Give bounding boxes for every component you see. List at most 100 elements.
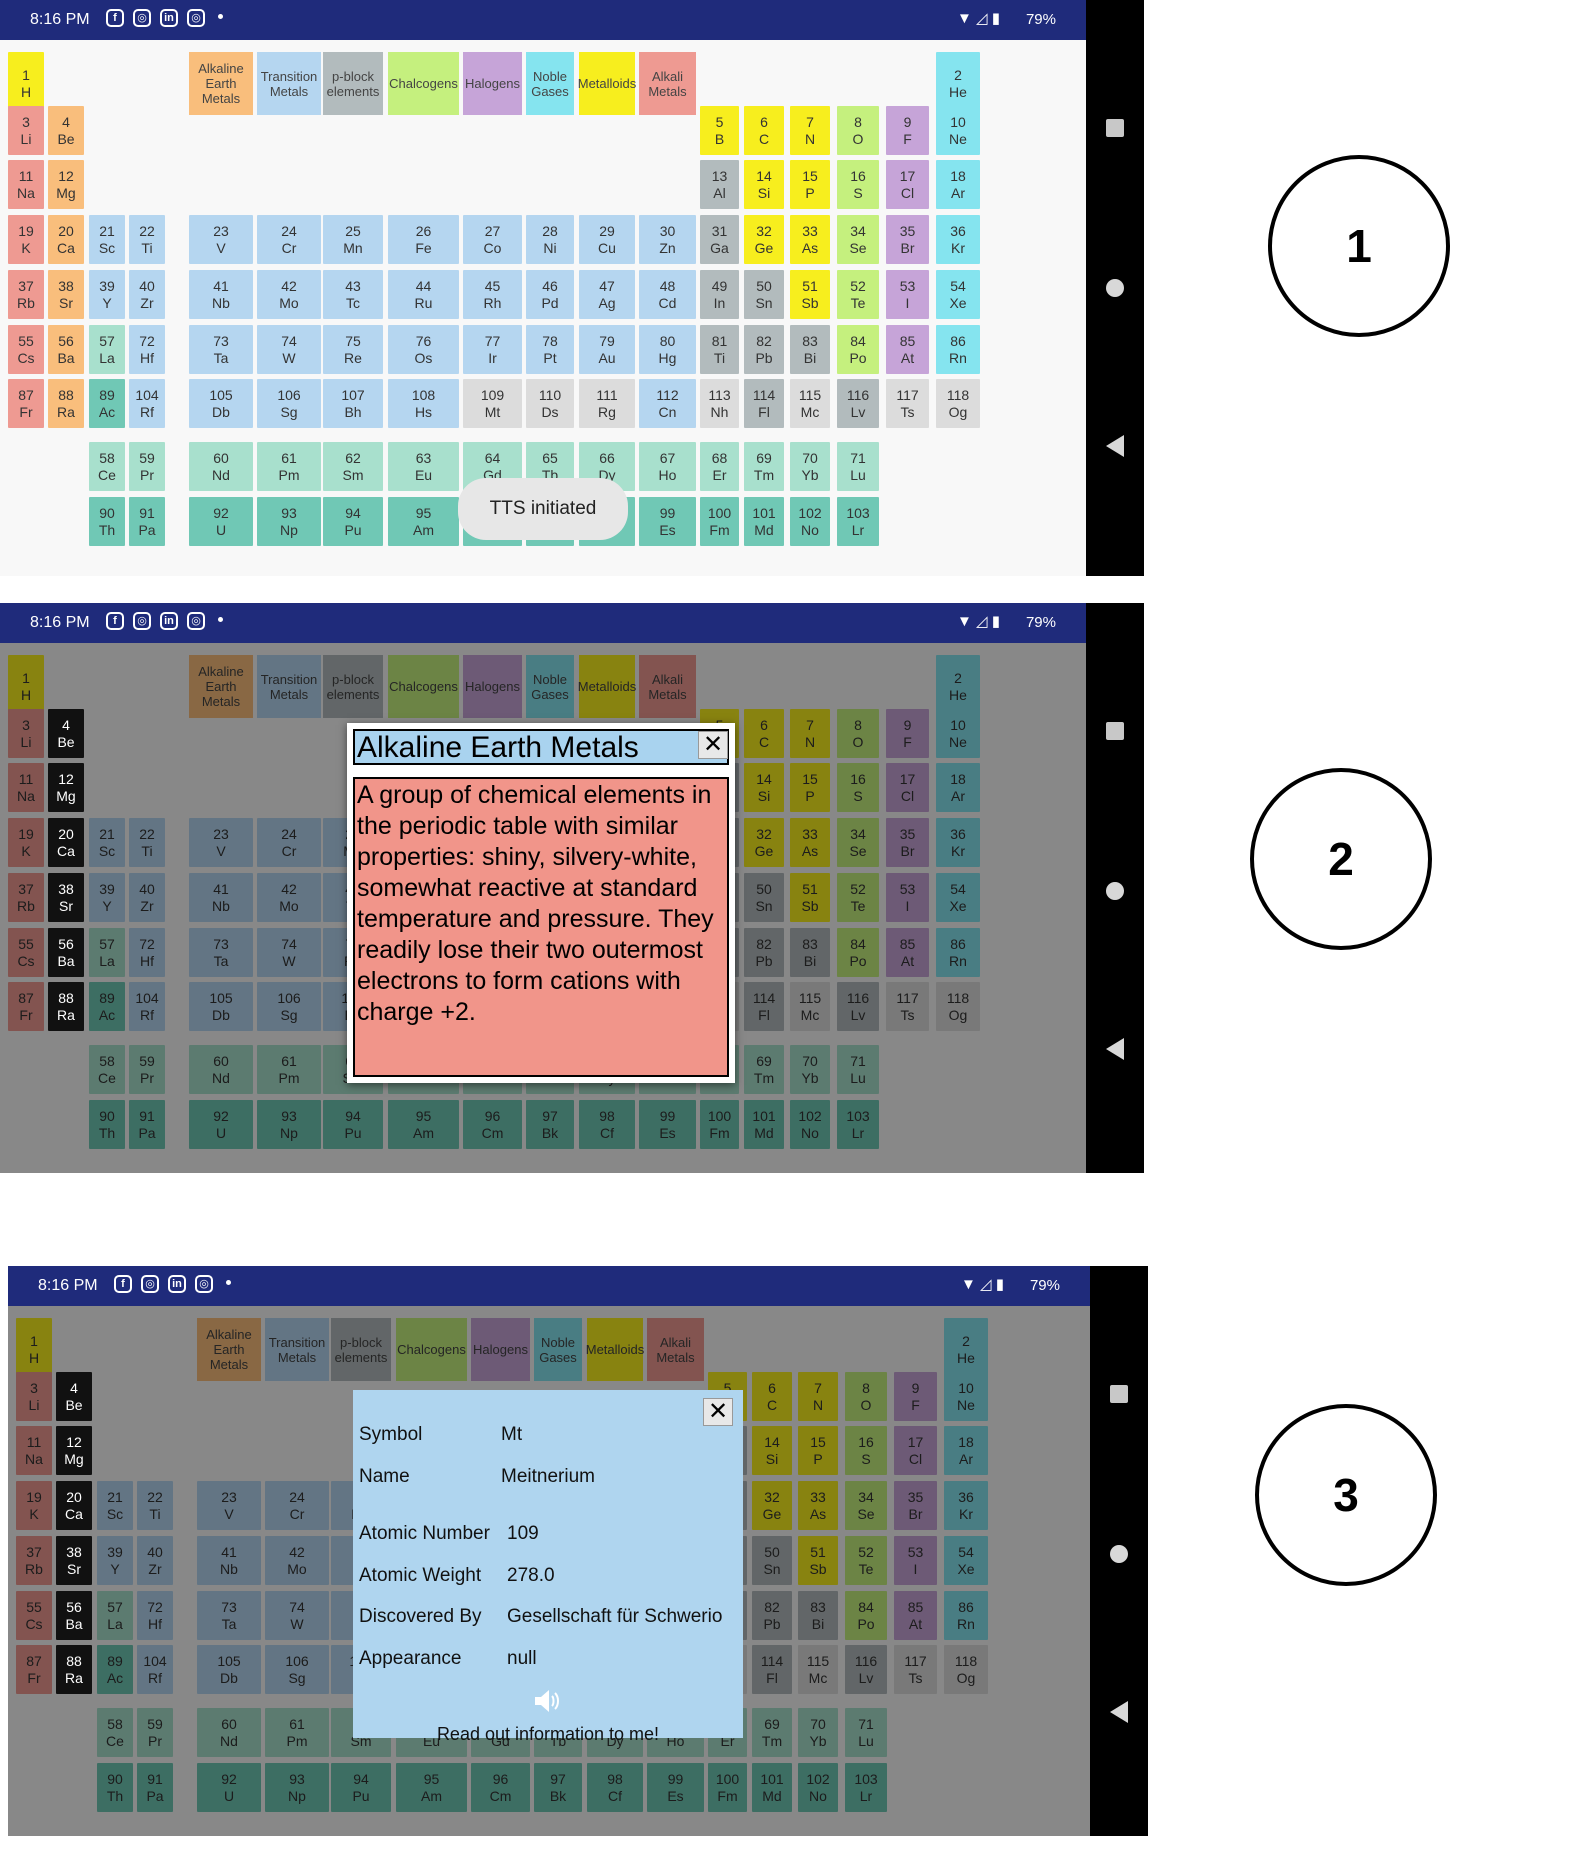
element-am[interactable]: 95 Am: [388, 497, 459, 546]
element-sb[interactable]: 51 Sb: [790, 270, 830, 319]
element-pd[interactable]: 46Pd: [526, 270, 574, 319]
element-mg[interactable]: 12 Mg: [48, 160, 84, 209]
element-mo[interactable]: 42 Mo: [257, 270, 321, 319]
element-lr[interactable]: 103 Lr: [837, 497, 879, 546]
element-ca[interactable]: 20 Ca: [56, 1481, 92, 1530]
element-ds[interactable]: 110Ds: [526, 379, 574, 428]
element-mg[interactable]: 12 Mg: [56, 1426, 92, 1475]
element-xe[interactable]: 54 Xe: [936, 270, 980, 319]
element-ge[interactable]: 32 Ge: [744, 215, 784, 264]
element-as[interactable]: 33 As: [790, 215, 830, 264]
recent-apps-icon[interactable]: [1106, 722, 1124, 740]
element-al[interactable]: 13Al: [700, 160, 739, 209]
read-out-button[interactable]: Read out information to me!: [353, 1724, 743, 1745]
element-sr[interactable]: 38 Sr: [48, 270, 84, 319]
element-be[interactable]: 4 Be: [48, 709, 84, 758]
home-icon[interactable]: [1106, 279, 1124, 297]
category-alkali-metals[interactable]: Alkali Metals: [639, 52, 696, 115]
element-be[interactable]: 4 Be: [56, 1372, 92, 1421]
element-si[interactable]: 14 Si: [744, 160, 784, 209]
element-ba[interactable]: 56 Ba: [56, 1591, 92, 1640]
element-db[interactable]: 105 Db: [189, 379, 253, 428]
element-nh[interactable]: 113Nh: [700, 379, 739, 428]
element-pb[interactable]: 82 Pb: [744, 325, 784, 374]
element-sc[interactable]: 21 Sc: [89, 215, 125, 264]
element-sg[interactable]: 106 Sg: [257, 379, 321, 428]
recent-apps-icon[interactable]: [1106, 119, 1124, 137]
element-er[interactable]: 68Er: [700, 442, 739, 491]
element-ts[interactable]: 117 Ts: [886, 379, 929, 428]
element-ga[interactable]: 31Ga: [700, 215, 739, 264]
element-ce[interactable]: 58 Ce: [89, 442, 125, 491]
element-cs[interactable]: 55 Cs: [8, 325, 44, 374]
element-o[interactable]: 8O: [837, 106, 879, 155]
element-li[interactable]: 3 Li: [8, 106, 44, 155]
element-at[interactable]: 85 At: [886, 325, 929, 374]
element-po[interactable]: 84 Po: [837, 325, 879, 374]
element-mn[interactable]: 25Mn: [323, 215, 383, 264]
element-y[interactable]: 39 Y: [89, 270, 125, 319]
element-fm[interactable]: 100 Fm: [700, 497, 739, 546]
element-s[interactable]: 16 S: [837, 160, 879, 209]
element-lv[interactable]: 116 Lv: [837, 379, 879, 428]
element-co[interactable]: 27Co: [463, 215, 522, 264]
element-sm[interactable]: 62Sm: [323, 442, 383, 491]
element-ti[interactable]: 81Ti: [700, 325, 739, 374]
element-eu[interactable]: 63Eu: [388, 442, 459, 491]
element-ac[interactable]: 89 Ac: [89, 379, 125, 428]
element-ti[interactable]: 22 Ti: [129, 215, 165, 264]
element-pr[interactable]: 59 Pr: [129, 442, 165, 491]
back-icon[interactable]: [1106, 435, 1124, 457]
element-fl[interactable]: 114 Fl: [744, 379, 784, 428]
element-sn[interactable]: 50 Sn: [744, 270, 784, 319]
category-p-block-elements[interactable]: p-block elements: [323, 52, 383, 115]
element-rh[interactable]: 45Rh: [463, 270, 522, 319]
element-au[interactable]: 79Au: [579, 325, 635, 374]
element-k[interactable]: 19 K: [8, 215, 44, 264]
element-fr[interactable]: 87 Fr: [8, 379, 44, 428]
close-button[interactable]: ✕: [703, 1398, 733, 1426]
element-c[interactable]: 6C: [744, 106, 784, 155]
element-cd[interactable]: 48Cd: [639, 270, 696, 319]
element-f[interactable]: 9F: [886, 106, 929, 155]
home-icon[interactable]: [1106, 882, 1124, 900]
element-la[interactable]: 57 La: [89, 325, 125, 374]
category-metalloids[interactable]: Metalloids: [578, 52, 636, 115]
element-cl[interactable]: 17 Cl: [886, 160, 929, 209]
element-lu[interactable]: 71 Lu: [837, 442, 879, 491]
element-n[interactable]: 7N: [790, 106, 830, 155]
element-ra[interactable]: 88 Ra: [48, 982, 84, 1031]
element-ag[interactable]: 47Ag: [579, 270, 635, 319]
element-rg[interactable]: 111Rg: [579, 379, 635, 428]
element-be[interactable]: 4 Be: [48, 106, 84, 155]
element-bh[interactable]: 107Bh: [323, 379, 383, 428]
element-u[interactable]: 92 U: [189, 497, 253, 546]
element-te[interactable]: 52 Te: [837, 270, 879, 319]
element-sr[interactable]: 38 Sr: [56, 1536, 92, 1585]
element-no[interactable]: 102 No: [790, 497, 830, 546]
element-ra[interactable]: 88 Ra: [56, 1645, 92, 1694]
element-pu[interactable]: 94 Pu: [323, 497, 383, 546]
element-yb[interactable]: 70 Yb: [790, 442, 830, 491]
element-ba[interactable]: 56 Ba: [48, 928, 84, 977]
element-ra[interactable]: 88 Ra: [48, 379, 84, 428]
element-b[interactable]: 5B: [700, 106, 739, 155]
element-rn[interactable]: 86 Rn: [936, 325, 980, 374]
back-icon[interactable]: [1106, 1038, 1124, 1060]
element-fe[interactable]: 26Fe: [388, 215, 459, 264]
element-ne[interactable]: 10 Ne: [936, 106, 980, 155]
element-v[interactable]: 23 V: [189, 215, 253, 264]
element-i[interactable]: 53 I: [886, 270, 929, 319]
recent-apps-icon[interactable]: [1110, 1385, 1128, 1403]
element-hf[interactable]: 72 Hf: [129, 325, 165, 374]
element-cn[interactable]: 112Cn: [639, 379, 696, 428]
element-mt[interactable]: 109Mt: [463, 379, 522, 428]
home-icon[interactable]: [1110, 1545, 1128, 1563]
element-nb[interactable]: 41 Nb: [189, 270, 253, 319]
category-chalcogens[interactable]: Chalcogens: [388, 52, 459, 115]
element-zn[interactable]: 30Zn: [639, 215, 696, 264]
element-mg[interactable]: 12 Mg: [48, 763, 84, 812]
element-ar[interactable]: 18 Ar: [936, 160, 980, 209]
element-hs[interactable]: 108Hs: [388, 379, 459, 428]
element-rf[interactable]: 104 Rf: [129, 379, 165, 428]
